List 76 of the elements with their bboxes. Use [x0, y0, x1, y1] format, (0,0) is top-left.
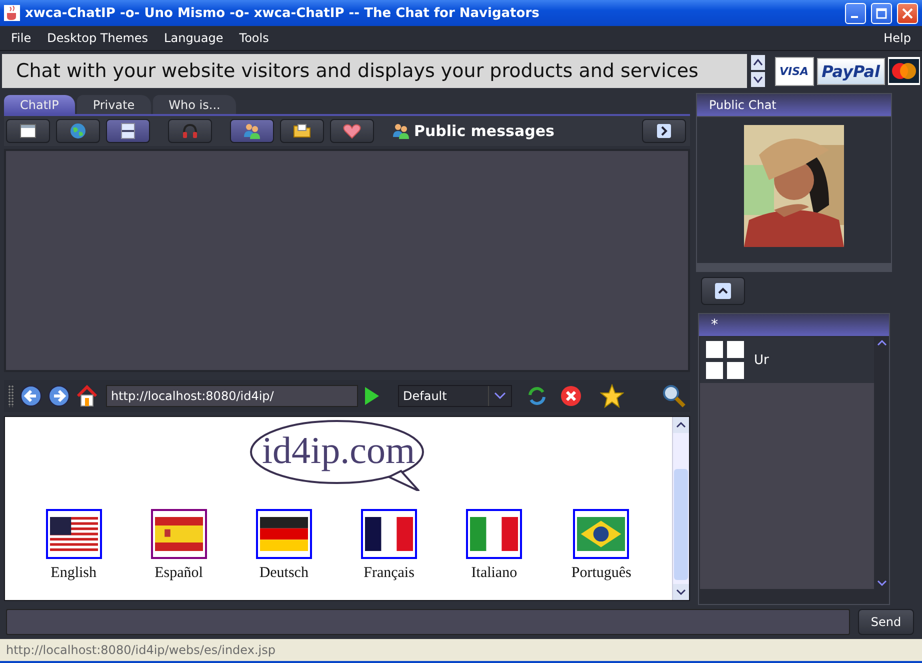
- menu-item[interactable]: File: [3, 31, 40, 45]
- flag-link[interactable]: [361, 509, 418, 559]
- mastercard-icon: [888, 57, 920, 85]
- list-title: *: [711, 317, 718, 333]
- stop-icon[interactable]: [560, 385, 582, 407]
- paypal-logo: PayPal: [816, 58, 885, 84]
- toolbar-button[interactable]: [56, 119, 100, 143]
- java-cup-icon: [4, 5, 20, 21]
- panel-title: Public Chat: [709, 98, 776, 112]
- back-icon[interactable]: [20, 385, 42, 407]
- status-text: http://localhost:8080/id4ip/webs/es/index.jsp: [6, 643, 276, 657]
- grid-icon: [706, 341, 744, 379]
- flag-link[interactable]: [466, 509, 522, 559]
- banner-text: Chat with your website visitors and displays your products and services: [2, 54, 747, 88]
- menu-item[interactable]: Desktop Themes: [39, 31, 156, 45]
- heart-icon: [343, 124, 361, 138]
- flag-link[interactable]: [256, 509, 312, 559]
- toolbar-button[interactable]: [280, 119, 324, 143]
- flag-link[interactable]: [573, 509, 630, 559]
- scroll-down-icon[interactable]: [750, 72, 765, 87]
- caret-icon: [494, 392, 506, 400]
- address-field[interactable]: http://localhost:8080/id4ip/: [106, 385, 358, 407]
- toolbar-button[interactable]: [330, 119, 374, 143]
- profile-dropdown[interactable]: Default: [398, 385, 512, 407]
- panel-title: Public messages: [414, 122, 554, 140]
- language-link[interactable]: Français: [364, 565, 414, 582]
- scroll-up-icon[interactable]: [750, 55, 765, 70]
- minimize-button[interactable]: [845, 2, 866, 24]
- menu-item[interactable]: Language: [156, 31, 232, 45]
- search-icon[interactable]: [662, 384, 686, 408]
- star-icon[interactable]: [600, 384, 624, 408]
- window-title: xwca-ChatIP -o- Uno Mismo -o- xwca-ChatIP -- The Chat for Navigators: [25, 6, 540, 20]
- window-icon: [20, 124, 36, 138]
- chevron-up-icon: [715, 283, 731, 299]
- toolbar-button[interactable]: [106, 119, 150, 143]
- minimize-icon: [850, 16, 858, 18]
- language-link[interactable]: Español: [154, 565, 203, 582]
- language-link[interactable]: Deutsch: [259, 565, 308, 582]
- send-button[interactable]: Send: [858, 609, 914, 635]
- language-link[interactable]: English: [50, 565, 96, 582]
- close-icon: [902, 8, 913, 18]
- message-input[interactable]: [6, 609, 850, 635]
- user-row[interactable]: Ur: [700, 337, 874, 383]
- folder-icon: [293, 124, 311, 138]
- scroll-up-icon[interactable]: [673, 417, 689, 433]
- scroll-down-icon[interactable]: [673, 584, 689, 600]
- next-button[interactable]: [642, 119, 686, 143]
- tab[interactable]: Who is...: [152, 95, 236, 114]
- language-link[interactable]: Italiano: [471, 565, 518, 582]
- menu-item[interactable]: Help: [876, 31, 919, 45]
- close-button[interactable]: [897, 2, 918, 24]
- maximize-button[interactable]: [871, 2, 892, 24]
- forward-icon[interactable]: [48, 385, 70, 407]
- scrollbar-thumb[interactable]: [674, 469, 688, 580]
- horizontal-scrollbar[interactable]: [699, 590, 889, 604]
- headphones-icon: [182, 124, 198, 138]
- users-icon: [243, 123, 261, 139]
- maximize-icon: [876, 8, 887, 18]
- panel-icon: [121, 123, 135, 139]
- toolbar-button[interactable]: [6, 119, 50, 143]
- language-link[interactable]: Português: [571, 565, 632, 582]
- flag-link[interactable]: [46, 509, 102, 559]
- tab[interactable]: ChatIP: [4, 95, 75, 114]
- globe-icon: [70, 123, 86, 139]
- menu-item[interactable]: Tools: [231, 31, 277, 45]
- visa-logo: VISA: [774, 56, 814, 86]
- flag-link[interactable]: [150, 509, 207, 559]
- user-name: Ur: [754, 352, 769, 368]
- toolbar-button[interactable]: [230, 119, 274, 143]
- users-icon: [392, 123, 410, 139]
- chevron-right-icon: [657, 124, 671, 138]
- refresh-icon[interactable]: [526, 385, 548, 407]
- go-icon[interactable]: [364, 386, 380, 406]
- tab[interactable]: Private: [76, 95, 151, 114]
- home-icon[interactable]: [76, 385, 98, 407]
- collapse-button[interactable]: [701, 277, 745, 305]
